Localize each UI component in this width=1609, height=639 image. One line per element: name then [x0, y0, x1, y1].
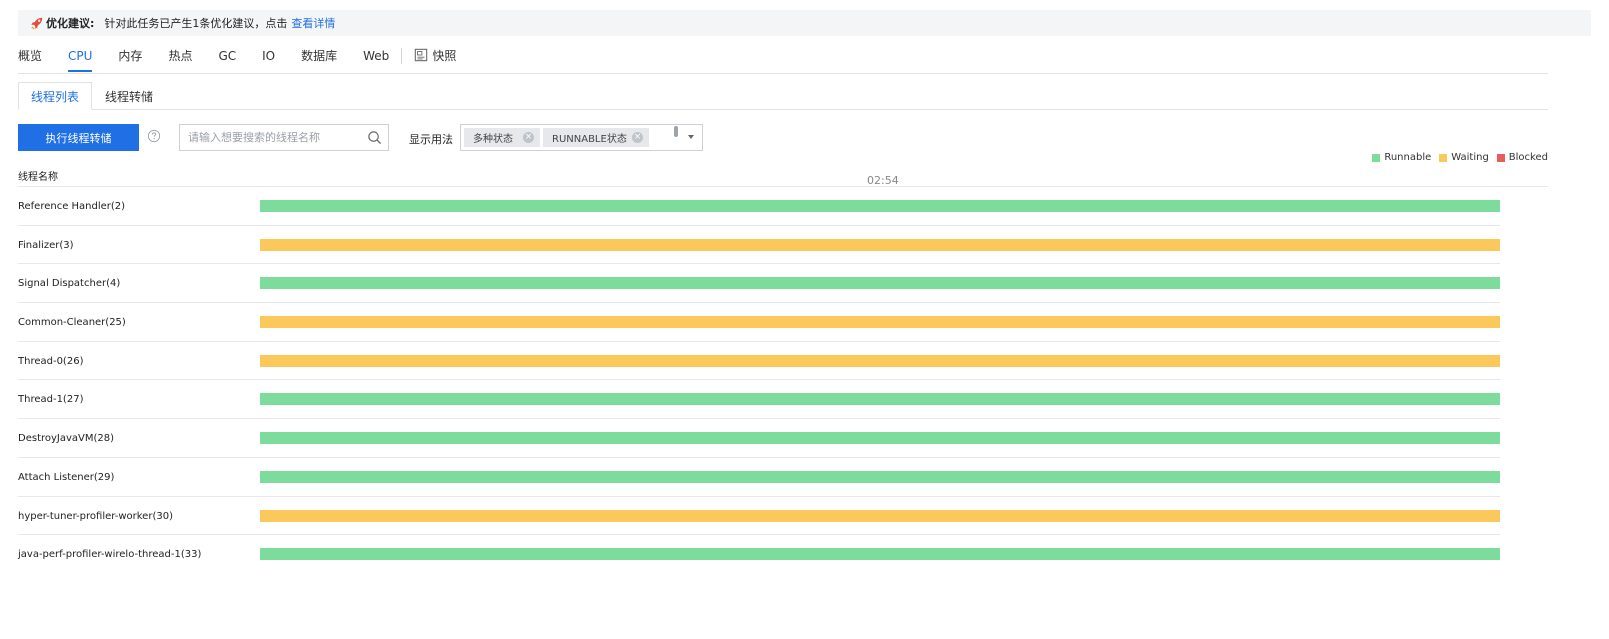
search-icon[interactable] [367, 130, 382, 145]
table-row: DestroyJavaVM(28) [18, 419, 1548, 458]
thread-state-bar[interactable] [260, 548, 1500, 561]
tab-snapshot[interactable]: 快照 [414, 48, 456, 72]
view-details-link[interactable]: 查看详情 [291, 15, 335, 31]
subtab-thread-dump[interactable]: 线程转储 [92, 82, 166, 110]
sub-tabs: 线程列表 线程转储 [18, 82, 166, 110]
table-row: Thread-1(27) [18, 380, 1548, 420]
legend-swatch-waiting [1439, 153, 1448, 162]
legend-label: Runnable [1384, 152, 1432, 163]
thread-name: Signal Dispatcher(4) [18, 278, 121, 290]
tip-message: 针对此任务已产生1条优化建议，点击 [104, 17, 288, 30]
state-chip-label: 多种状态 [473, 134, 513, 145]
select-scrollbar[interactable] [674, 126, 678, 137]
tab-hotspot[interactable]: 热点 [168, 48, 192, 72]
legend-swatch-runnable [1372, 153, 1381, 162]
rocket-icon [31, 17, 43, 30]
table-row: Signal Dispatcher(4) [18, 264, 1548, 304]
legend-label: Waiting [1451, 152, 1489, 163]
run-thread-dump-button[interactable]: 执行线程转储 [18, 124, 139, 151]
state-chip-label: RUNNABLE状态 [552, 134, 627, 145]
thread-state-bar[interactable] [260, 277, 1500, 290]
thread-state-bar[interactable] [260, 470, 1500, 483]
thread-name: java-perf-profiler-wirelo-thread-1(33) [18, 549, 202, 561]
tab-database[interactable]: 数据库 [301, 48, 337, 72]
legend-item: Blocked [1496, 152, 1548, 163]
display-usage-label: 显示用法 [409, 133, 453, 146]
tip-prefix: 优化建议: [46, 17, 95, 30]
legend-item: Waiting [1439, 152, 1489, 163]
thread-rows: Reference Handler(2) Finalizer(3) Signal… [18, 187, 1548, 574]
state-legend: Runnable Waiting Blocked [1364, 152, 1548, 163]
thread-state-bar[interactable] [260, 509, 1500, 522]
table-row: Attach Listener(29) [18, 458, 1548, 497]
thread-name: DestroyJavaVM(28) [18, 433, 115, 445]
sub-tabs-divider [18, 109, 1548, 110]
thread-name: Finalizer(3) [18, 239, 74, 251]
state-chip: RUNNABLE状态 × [543, 128, 649, 147]
state-chip: 多种状态 × [464, 128, 540, 147]
legend-item: Runnable [1372, 152, 1431, 163]
thread-state-bar[interactable] [260, 354, 1500, 367]
snapshot-icon [415, 48, 428, 62]
thread-name: Thread-0(26) [18, 355, 84, 367]
state-multiselect[interactable]: 多种状态 × RUNNABLE状态 × [460, 124, 703, 151]
chip-remove-icon[interactable]: × [632, 132, 643, 143]
tab-gc[interactable]: GC [218, 48, 236, 72]
thread-state-bar[interactable] [260, 238, 1500, 251]
tab-separator [401, 48, 403, 64]
optimization-tip-bar: 优化建议: 针对此任务已产生1条优化建议，点击 查看详情 [18, 10, 1591, 36]
legend-label: Blocked [1508, 152, 1548, 163]
thread-state-bar[interactable] [260, 200, 1500, 212]
chip-remove-icon[interactable]: × [523, 132, 534, 143]
thread-name: Common-Cleaner(25) [18, 317, 126, 329]
main-tabs-divider [18, 73, 1548, 74]
tab-memory[interactable]: 内存 [118, 48, 142, 72]
thread-search-input[interactable] [180, 125, 360, 150]
thread-name-header: 线程名称 [18, 172, 58, 183]
table-row: Finalizer(3) [18, 226, 1548, 265]
legend-swatch-blocked [1496, 153, 1505, 162]
tab-snapshot-label: 快照 [432, 49, 457, 63]
chevron-down-icon[interactable] [688, 135, 694, 139]
thread-name: Thread-1(27) [18, 394, 84, 406]
tab-io[interactable]: IO [262, 48, 275, 72]
table-row: Reference Handler(2) [18, 187, 1548, 226]
table-row: Common-Cleaner(25) [18, 303, 1548, 342]
thread-name: Reference Handler(2) [18, 201, 126, 212]
thread-state-bar[interactable] [260, 432, 1500, 445]
tab-cpu[interactable]: CPU [68, 48, 93, 72]
help-icon[interactable] [147, 129, 161, 143]
thread-state-bar[interactable] [260, 316, 1500, 329]
thread-search-box [179, 124, 389, 151]
tab-web[interactable]: Web [363, 48, 389, 72]
thread-state-bar[interactable] [260, 393, 1500, 406]
table-row: Thread-0(26) [18, 342, 1548, 381]
tab-overview[interactable]: 概览 [18, 48, 42, 72]
thread-name: Attach Listener(29) [18, 471, 115, 483]
table-row: hyper-tuner-profiler-worker(30) [18, 497, 1548, 536]
subtab-thread-list[interactable]: 线程列表 [18, 82, 93, 110]
main-tabs: 概览 CPU 内存 热点 GC IO 数据库 Web 快照 [18, 48, 482, 76]
thread-name: hyper-tuner-profiler-worker(30) [18, 510, 173, 522]
table-row: java-perf-profiler-wirelo-thread-1(33) [18, 535, 1548, 574]
